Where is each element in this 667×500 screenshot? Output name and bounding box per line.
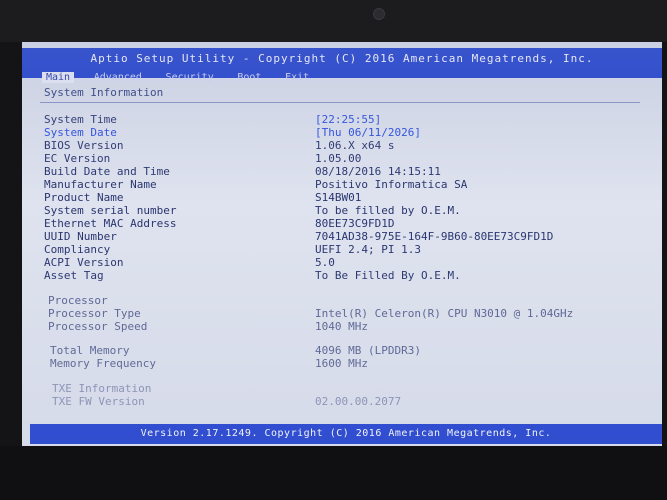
- field-label: UUID Number: [44, 230, 117, 243]
- tab-boot[interactable]: Boot: [233, 72, 265, 83]
- field-label: System Time: [44, 113, 117, 126]
- field-label: System Date: [44, 126, 117, 139]
- field-label: Total Memory: [50, 344, 130, 357]
- bios-title: Aptio Setup Utility - Copyright (C) 2016…: [90, 52, 594, 65]
- tab-main[interactable]: Main: [42, 72, 75, 83]
- field-label: ACPI Version: [44, 256, 124, 269]
- field-value: Intel(R) Celeron(R) CPU N3010 @ 1.04GHz: [315, 307, 574, 320]
- field-value: To be filled by O.E.M.: [315, 204, 461, 217]
- field-value: 1600 MHz: [315, 357, 368, 370]
- field-label: System serial number: [44, 204, 177, 217]
- footer-bar: Version 2.17.1249. Copyright (C) 2016 Am…: [30, 424, 662, 444]
- tab-security[interactable]: Security: [162, 72, 218, 83]
- field-value: 08/18/2016 14:15:11: [315, 165, 441, 178]
- laptop-bezel-bottom: [0, 446, 667, 500]
- field-label: BIOS Version: [44, 139, 124, 152]
- title-bar: Aptio Setup Utility - Copyright (C) 2016…: [22, 48, 662, 83]
- webcam-icon: [373, 8, 385, 20]
- txe-heading: TXE Information: [52, 382, 152, 395]
- section-title: System Information: [44, 86, 164, 99]
- field-label: Asset Tag: [44, 269, 104, 282]
- field-value: 02.00.00.2077: [315, 395, 402, 408]
- field-value: 7041AD38-975E-164F-9B60-80EE73C9FD1D: [315, 230, 554, 243]
- processor-heading: Processor: [48, 294, 108, 307]
- field-value: 1.06.X x64 s: [315, 139, 395, 152]
- field-value: 1.05.00: [315, 152, 362, 165]
- field-label: Product Name: [44, 191, 124, 204]
- field-value: 4096 MB (LPDDR3): [315, 344, 421, 357]
- field-value: 1040 MHz: [315, 320, 368, 333]
- field-label: TXE FW Version: [52, 395, 145, 408]
- field-label: Build Date and Time: [44, 165, 170, 178]
- system-date-value[interactable]: [Thu 06/11/2026]: [315, 126, 421, 139]
- laptop-bezel-top: [0, 0, 667, 42]
- field-label: Manufacturer Name: [44, 178, 157, 191]
- field-label: Memory Frequency: [50, 357, 156, 370]
- field-value: UEFI 2.4; PI 1.3: [315, 243, 421, 256]
- field-value: To Be Filled By O.E.M.: [315, 269, 461, 282]
- bios-screen: Aptio Setup Utility - Copyright (C) 2016…: [22, 42, 662, 446]
- field-label: Processor Speed: [48, 320, 148, 333]
- field-label: EC Version: [44, 152, 111, 165]
- field-value: 5.0: [315, 256, 335, 269]
- system-time-value[interactable]: [22:25:55]: [315, 113, 381, 126]
- field-label: Compliancy: [44, 243, 111, 256]
- tab-exit[interactable]: Exit: [281, 72, 313, 83]
- field-value: 80EE73C9FD1D: [315, 217, 395, 230]
- field-value: S14BW01: [315, 191, 362, 204]
- tab-bar: Main Advanced Security Boot Exit: [42, 65, 319, 84]
- tab-advanced[interactable]: Advanced: [90, 72, 146, 83]
- field-label: Ethernet MAC Address: [44, 217, 177, 230]
- section-divider: [40, 102, 640, 103]
- field-value: Positivo Informatica SA: [315, 178, 468, 191]
- field-label: Processor Type: [48, 307, 141, 320]
